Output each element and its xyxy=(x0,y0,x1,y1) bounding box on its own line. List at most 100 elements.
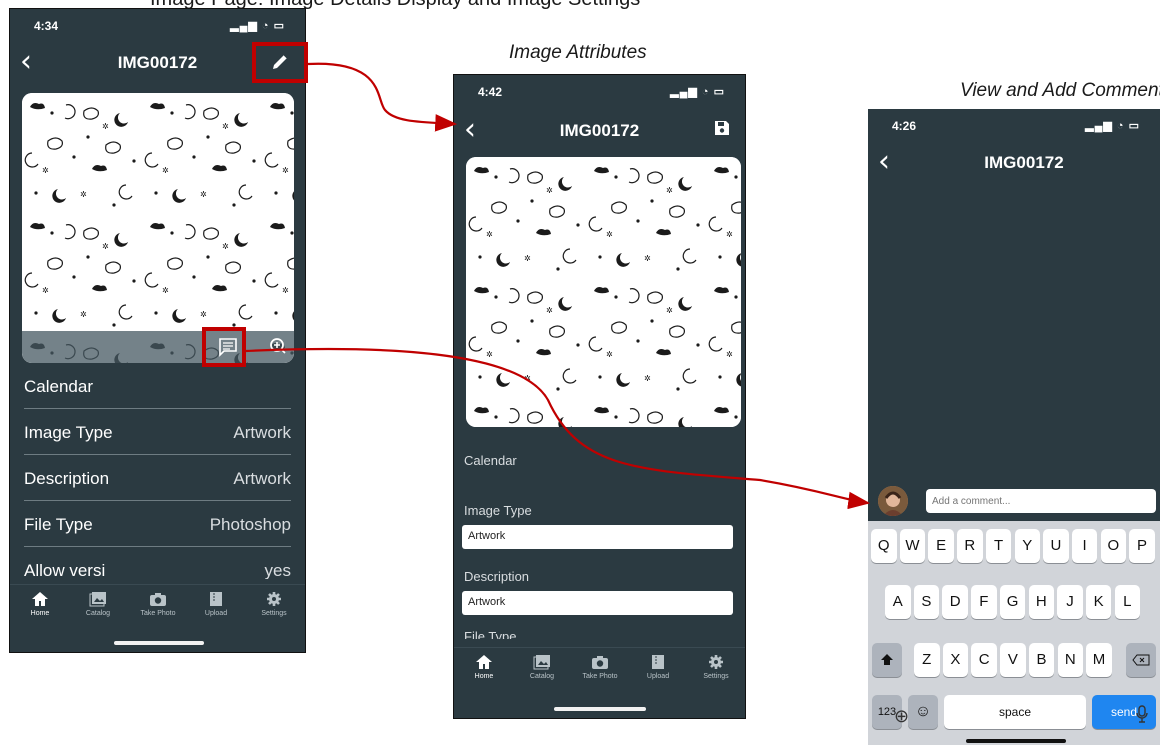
key-z[interactable]: Z xyxy=(914,643,940,677)
backspace-icon xyxy=(1132,654,1150,666)
phone-image-details: 4:34 ▂▄▆ ◔ ▭ ‹ IMG00172 Calendar Image T… xyxy=(9,8,306,653)
signal-battery-icon: ▂▄▆ ◔ ▭ xyxy=(230,20,285,32)
tab-label: Upload xyxy=(646,673,670,680)
attr-label: Allow versi xyxy=(24,561,106,579)
globe-icon[interactable]: ⊕ xyxy=(894,706,909,727)
tab-label: Take Photo xyxy=(582,673,618,680)
key-f[interactable]: F xyxy=(971,585,997,619)
tab-catalog[interactable]: Catalog xyxy=(70,591,126,617)
key-p[interactable]: P xyxy=(1129,529,1155,563)
keyboard: QWERTYUIOP ASDFGHJKL ZXCVBNM 123 ☺ space… xyxy=(868,521,1160,745)
key-k[interactable]: K xyxy=(1085,585,1112,619)
home-indicator xyxy=(966,739,1066,743)
status-bar: 4:42 ▂▄▆ ◔ ▭ xyxy=(454,75,745,109)
key-j[interactable]: J xyxy=(1057,585,1083,619)
key-b[interactable]: B xyxy=(1028,643,1055,677)
field-label-image-type: Image Type xyxy=(464,503,532,518)
attr-row-description[interactable]: Description Artwork xyxy=(24,455,291,501)
zoom-in-icon xyxy=(270,338,286,354)
key-s[interactable]: S xyxy=(913,585,940,619)
status-time: 4:26 xyxy=(892,119,917,133)
key-w[interactable]: W xyxy=(899,529,926,563)
shift-icon xyxy=(881,654,893,665)
arrow-edit-to-attributes xyxy=(307,62,458,132)
attr-label: File Type xyxy=(24,515,93,534)
tab-label: Catalog xyxy=(85,610,111,617)
key-backspace[interactable] xyxy=(1126,643,1156,677)
tab-label: Upload xyxy=(204,610,228,617)
key-e[interactable]: E xyxy=(928,529,954,563)
image-preview[interactable] xyxy=(22,93,294,363)
tab-take-photo[interactable]: Take Photo xyxy=(130,591,186,617)
key-v[interactable]: V xyxy=(1000,643,1026,677)
image-preview[interactable] xyxy=(466,157,741,427)
key-x[interactable]: X xyxy=(942,643,969,677)
field-label-calendar: Calendar xyxy=(464,453,517,468)
tab-settings[interactable]: Settings xyxy=(246,591,302,617)
save-icon xyxy=(715,121,729,135)
key-g[interactable]: G xyxy=(999,585,1026,619)
attr-row-image-type[interactable]: Image Type Artwork xyxy=(24,409,291,455)
zoom-button[interactable] xyxy=(269,337,287,360)
status-time: 4:34 xyxy=(34,19,59,33)
tab-upload[interactable]: Upload xyxy=(630,654,686,680)
status-bar: 4:34 ▂▄▆ ◔ ▭ xyxy=(10,9,305,43)
comment-composer xyxy=(868,481,1160,521)
key-h[interactable]: H xyxy=(1028,585,1054,619)
upload-icon xyxy=(210,592,222,606)
attr-row-calendar[interactable]: Calendar xyxy=(24,363,291,409)
home-indicator xyxy=(554,707,646,711)
page-title: IMG00172 xyxy=(984,153,1064,172)
attr-value: Photoshop xyxy=(209,515,291,534)
attr-row-allow-versions[interactable]: Allow versi yes xyxy=(24,547,291,579)
key-m[interactable]: M xyxy=(1086,643,1112,677)
description-input[interactable]: Artwork xyxy=(462,591,733,615)
key-c[interactable]: C xyxy=(971,643,997,677)
key-q[interactable]: Q xyxy=(871,529,897,563)
key-y[interactable]: Y xyxy=(1014,529,1040,563)
attr-value: Artwork xyxy=(233,469,291,488)
tab-label: Take Photo xyxy=(140,610,176,617)
attr-label: Image Type xyxy=(24,423,113,442)
attr-row-file-type[interactable]: File Type Photoshop xyxy=(24,501,291,547)
tab-label: Settings xyxy=(703,673,729,680)
tab-label: Home xyxy=(30,610,50,617)
comment-input[interactable] xyxy=(926,489,1156,513)
field-label-file-type: File Type xyxy=(464,629,517,639)
attr-label: Calendar xyxy=(24,377,93,396)
key-shift[interactable] xyxy=(872,643,902,677)
nav-bar: ‹ IMG00172 xyxy=(454,113,745,153)
key-n[interactable]: N xyxy=(1057,643,1083,677)
attr-value: yes xyxy=(264,561,291,579)
upload-icon xyxy=(652,655,664,669)
microphone-icon[interactable] xyxy=(1136,705,1148,728)
tab-catalog[interactable]: Catalog xyxy=(514,654,570,680)
highlight-comments-button xyxy=(202,327,246,367)
key-emoji[interactable]: ☺ xyxy=(908,695,938,729)
caption-image-attributes: Image Attributes xyxy=(509,42,647,63)
highlight-edit-button xyxy=(252,42,308,83)
tab-take-photo[interactable]: Take Photo xyxy=(572,654,628,680)
key-i[interactable]: I xyxy=(1071,529,1098,563)
key-u[interactable]: U xyxy=(1043,529,1069,563)
field-label-description: Description xyxy=(464,569,530,584)
home-icon xyxy=(32,592,48,606)
key-t[interactable]: T xyxy=(985,529,1012,563)
save-button[interactable] xyxy=(713,119,731,142)
tab-label: Catalog xyxy=(529,673,555,680)
catalog-icon xyxy=(533,655,550,670)
key-space[interactable]: space xyxy=(944,695,1086,729)
image-type-input[interactable]: Artwork xyxy=(462,525,733,549)
key-d[interactable]: D xyxy=(942,585,968,619)
key-r[interactable]: R xyxy=(957,529,983,563)
tab-home[interactable]: Home xyxy=(12,591,68,617)
tab-upload[interactable]: Upload xyxy=(188,591,244,617)
tab-settings[interactable]: Settings xyxy=(688,654,744,680)
tab-home[interactable]: Home xyxy=(456,654,512,680)
nav-bar: ‹ IMG00172 xyxy=(868,145,1160,185)
camera-icon xyxy=(150,593,166,606)
key-l[interactable]: L xyxy=(1114,585,1141,619)
key-a[interactable]: A xyxy=(885,585,911,619)
key-o[interactable]: O xyxy=(1100,529,1127,563)
attr-value: Artwork xyxy=(233,423,291,442)
